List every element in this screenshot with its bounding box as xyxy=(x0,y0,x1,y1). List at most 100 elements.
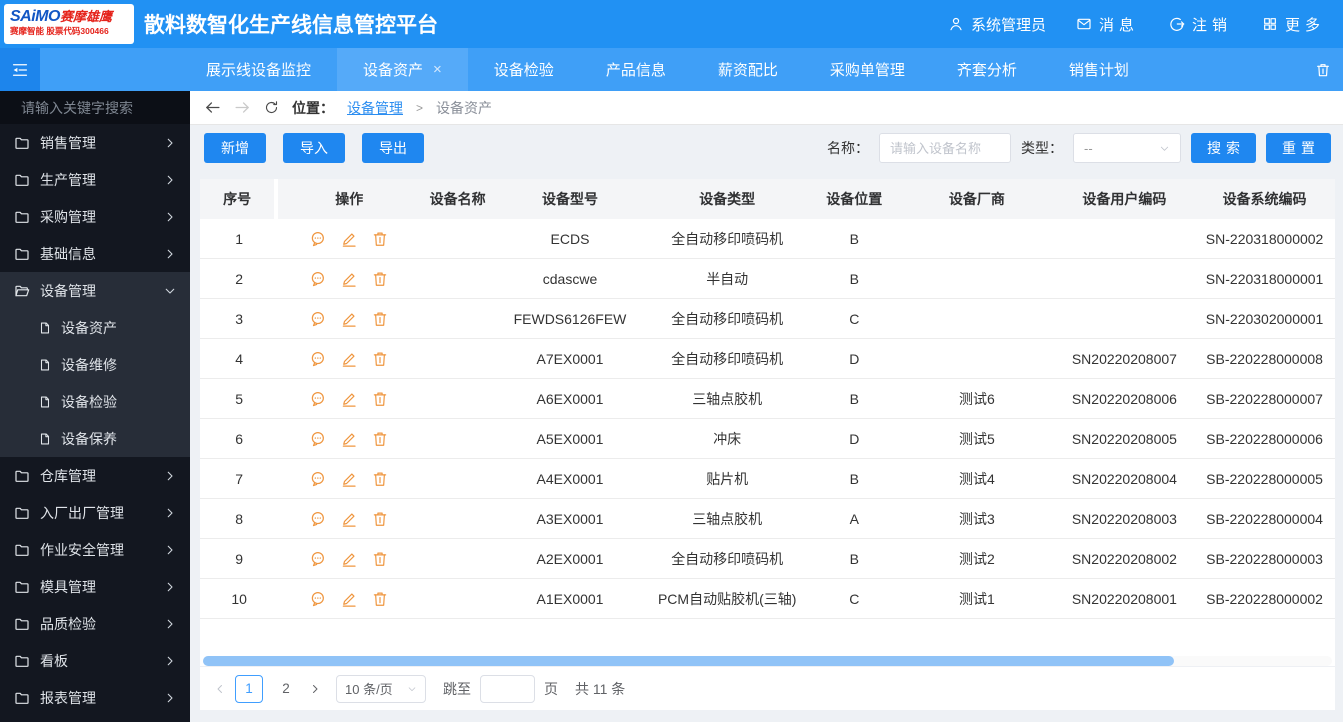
prev-page-icon[interactable] xyxy=(214,683,226,695)
delete-button[interactable] xyxy=(371,550,389,568)
detail-button[interactable] xyxy=(309,390,327,408)
tab-2[interactable]: 设备检验 xyxy=(468,48,580,91)
folder-icon xyxy=(14,542,30,558)
sidebar-item[interactable]: 品质检验 xyxy=(0,605,190,642)
detail-button[interactable] xyxy=(309,350,327,368)
cell-index: 1 xyxy=(200,219,278,258)
page-size-select[interactable]: 10 条/页 xyxy=(336,675,426,703)
tab-0[interactable]: 展示线设备监控 xyxy=(180,48,337,91)
clear-tabs-button[interactable] xyxy=(1303,48,1343,91)
refresh-icon[interactable] xyxy=(264,100,279,115)
cell-device-model: A4EX0001 xyxy=(495,459,645,498)
edit-button[interactable] xyxy=(340,430,358,448)
sidebar-item-label: 看板 xyxy=(40,651,154,671)
breadcrumb-parent-link[interactable]: 设备管理 xyxy=(347,98,403,118)
more-button[interactable]: 更多 xyxy=(1262,14,1325,35)
back-icon[interactable] xyxy=(204,99,221,116)
forward-icon[interactable] xyxy=(234,99,251,116)
add-button[interactable]: 新增 xyxy=(204,133,266,163)
delete-button[interactable] xyxy=(371,390,389,408)
sidebar-subitem[interactable]: 设备检验 xyxy=(0,383,190,420)
page-button-1[interactable]: 1 xyxy=(235,675,263,703)
detail-button[interactable] xyxy=(309,430,327,448)
cell-device-type: 半自动 xyxy=(645,259,810,298)
edit-button[interactable] xyxy=(340,550,358,568)
filter-area: 名称： 类型： -- 搜索 重置 xyxy=(827,133,1331,163)
sidebar-item[interactable]: 看板 xyxy=(0,642,190,679)
search-button[interactable]: 搜索 xyxy=(1191,133,1256,163)
sidebar-item[interactable]: 报表管理 xyxy=(0,679,190,716)
sidebar-item[interactable]: 采购管理 xyxy=(0,198,190,235)
sidebar-item[interactable]: 入厂出厂管理 xyxy=(0,494,190,531)
cell-user-code: SN20220208004 xyxy=(1055,459,1195,498)
detail-button[interactable] xyxy=(309,590,327,608)
edit-button[interactable] xyxy=(340,310,358,328)
detail-button[interactable] xyxy=(309,470,327,488)
detail-button[interactable] xyxy=(309,510,327,528)
cell-index: 7 xyxy=(200,459,278,498)
edit-button[interactable] xyxy=(340,270,358,288)
delete-button[interactable] xyxy=(371,310,389,328)
tab-7[interactable]: 销售计划 xyxy=(1043,48,1155,91)
cell-device-location: B xyxy=(809,539,899,578)
tab-4[interactable]: 薪资配比 xyxy=(692,48,804,91)
chevron-right-icon xyxy=(164,581,176,593)
cell-system-code: SB-220228000004 xyxy=(1194,499,1335,538)
tab-6[interactable]: 齐套分析 xyxy=(931,48,1043,91)
sidebar-subitem-label: 设备资产 xyxy=(61,318,117,338)
detail-button[interactable] xyxy=(309,550,327,568)
next-page-icon[interactable] xyxy=(309,683,321,695)
import-button[interactable]: 导入 xyxy=(283,133,345,163)
delete-button[interactable] xyxy=(371,270,389,288)
device-name-input[interactable] xyxy=(879,133,1011,163)
sidebar-subitem[interactable]: 设备维修 xyxy=(0,346,190,383)
logout-button[interactable]: 注销 xyxy=(1169,14,1232,35)
device-type-select[interactable]: -- xyxy=(1073,133,1181,163)
sidebar-item[interactable]: 模具管理 xyxy=(0,568,190,605)
jump-page-input[interactable] xyxy=(480,675,535,703)
cell-device-model: cdascwe xyxy=(495,259,645,298)
page-button-2[interactable]: 2 xyxy=(272,675,300,703)
edit-button[interactable] xyxy=(340,390,358,408)
collapse-sidebar-button[interactable] xyxy=(0,48,40,91)
delete-button[interactable] xyxy=(371,230,389,248)
sidebar-item[interactable]: 基础信息 xyxy=(0,235,190,272)
detail-button[interactable] xyxy=(309,270,327,288)
edit-button[interactable] xyxy=(340,230,358,248)
tab-5[interactable]: 采购单管理 xyxy=(804,48,931,91)
close-tab-icon[interactable]: × xyxy=(433,61,442,78)
edit-button[interactable] xyxy=(340,590,358,608)
chevron-right-icon xyxy=(164,507,176,519)
reset-button[interactable]: 重置 xyxy=(1266,133,1331,163)
edit-button[interactable] xyxy=(340,510,358,528)
delete-button[interactable] xyxy=(371,430,389,448)
sidebar-subitem[interactable]: 设备保养 xyxy=(0,420,190,457)
sidebar-item[interactable]: 设备管理 xyxy=(0,272,190,309)
delete-button[interactable] xyxy=(371,350,389,368)
messages-button[interactable]: 消息 xyxy=(1076,14,1139,35)
sidebar-item-label: 设备管理 xyxy=(40,281,154,301)
detail-button[interactable] xyxy=(309,230,327,248)
detail-button[interactable] xyxy=(309,310,327,328)
sidebar-item[interactable]: 作业安全管理 xyxy=(0,531,190,568)
delete-button[interactable] xyxy=(371,590,389,608)
export-button[interactable]: 导出 xyxy=(362,133,424,163)
sidebar-search-input[interactable] xyxy=(21,100,190,116)
sidebar-item[interactable]: 生产管理 xyxy=(0,161,190,198)
edit-button[interactable] xyxy=(340,350,358,368)
sidebar-item[interactable]: 销售管理 xyxy=(0,124,190,161)
sidebar: 销售管理生产管理采购管理基础信息设备管理设备资产设备维修设备检验设备保养仓库管理… xyxy=(0,91,190,722)
user-menu[interactable]: 系统管理员 xyxy=(948,14,1046,35)
scrollbar-thumb[interactable] xyxy=(203,656,1174,666)
sidebar-item[interactable]: 仓库管理 xyxy=(0,457,190,494)
column-header: 操作 xyxy=(278,179,420,219)
delete-button[interactable] xyxy=(371,470,389,488)
mail-icon xyxy=(1076,16,1092,32)
cell-device-type: 三轴点胶机 xyxy=(645,379,810,418)
table-row: 5A6EX0001三轴点胶机B测试6SN20220208006SB-220228… xyxy=(200,379,1335,419)
tab-3[interactable]: 产品信息 xyxy=(580,48,692,91)
tab-1[interactable]: 设备资产× xyxy=(337,48,468,91)
sidebar-subitem[interactable]: 设备资产 xyxy=(0,309,190,346)
edit-button[interactable] xyxy=(340,470,358,488)
delete-button[interactable] xyxy=(371,510,389,528)
